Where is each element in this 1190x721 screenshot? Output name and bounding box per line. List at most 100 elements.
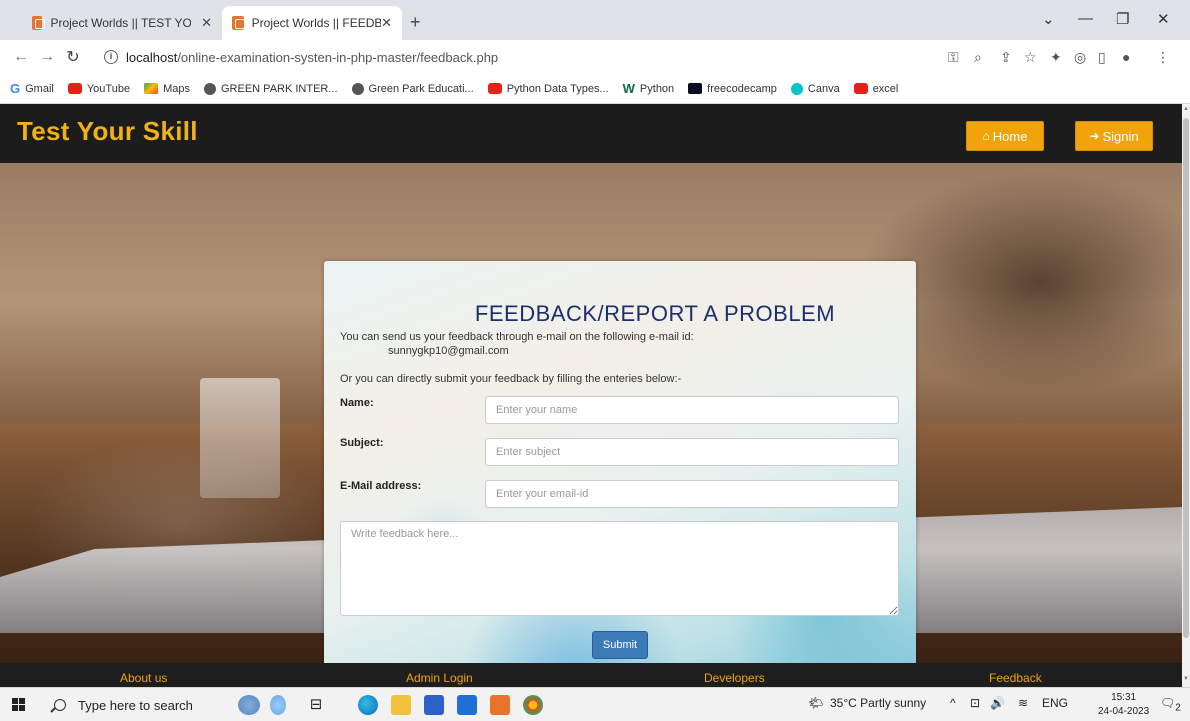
language-indicator[interactable]: ENG xyxy=(1042,696,1068,710)
google-icon: G xyxy=(10,81,21,96)
signin-label: Signin xyxy=(1102,128,1139,144)
bookmark-python-data-types[interactable]: Python Data Types... xyxy=(487,83,609,95)
copilot-icon[interactable] xyxy=(270,695,286,715)
file-explorer-icon[interactable] xyxy=(391,695,411,715)
page-title: FEEDBACK/REPORT A PROBLEM xyxy=(474,301,836,326)
glass-decoration xyxy=(200,378,280,498)
reload-icon[interactable]: ↻ xyxy=(60,47,86,67)
tab-test-your-skill[interactable]: Project Worlds || TEST YOUR SKIL ✕ xyxy=(22,6,222,40)
forward-icon[interactable]: → xyxy=(34,48,60,66)
web-page: Test Your Skill ⌂ Home ➜ Signin FEEDBACK/R… xyxy=(0,104,1182,663)
menu-icon[interactable]: ⋮ xyxy=(1156,49,1170,66)
windows-start-icon[interactable] xyxy=(12,698,25,711)
task-view-icon[interactable]: ⊟ xyxy=(305,695,327,715)
clock-date: 24-04-2023 xyxy=(1098,706,1150,717)
youtube-icon xyxy=(853,83,868,94)
name-input[interactable] xyxy=(485,396,899,424)
xampp-icon[interactable] xyxy=(490,695,510,715)
new-tab-icon[interactable]: + xyxy=(410,12,421,33)
url-path: /online-examination-systen-in-php-master… xyxy=(177,49,499,65)
close-icon[interactable]: ✕ xyxy=(201,15,212,31)
mail-icon[interactable] xyxy=(457,695,477,715)
address-bar[interactable]: i localhost/online-examination-systen-in… xyxy=(104,43,934,71)
volume-icon[interactable]: 🔊 xyxy=(990,696,1005,710)
bookmark-green-park-inter[interactable]: GREEN PARK INTER... xyxy=(204,82,338,95)
weather-icon[interactable]: 🌤 xyxy=(808,696,823,710)
clock[interactable]: 15:31 24-04-2023 xyxy=(1098,691,1149,719)
edge-icon[interactable] xyxy=(358,695,378,715)
clock-time: 15:31 xyxy=(1111,692,1137,703)
intro-text: You can send us your feedback through e-… xyxy=(340,331,694,343)
email-input[interactable] xyxy=(485,480,899,508)
widgets-icon[interactable] xyxy=(238,695,260,715)
home-icon: ⌂ xyxy=(982,129,990,143)
favicon-icon xyxy=(232,16,245,30)
home-button[interactable]: ⌂ Home xyxy=(966,121,1044,151)
maps-icon xyxy=(144,83,159,94)
bookmark-gmail[interactable]: G Gmail xyxy=(10,81,54,96)
scroll-up-icon[interactable]: ▲ xyxy=(1182,106,1190,112)
favicon-icon xyxy=(32,16,46,30)
globe-icon xyxy=(351,82,364,95)
network-icon[interactable]: ⊡ xyxy=(970,696,980,710)
bookmark-python[interactable]: W Python xyxy=(623,81,675,96)
site-logo[interactable]: Test Your Skill xyxy=(17,116,198,147)
signin-button[interactable]: ➜ Signin xyxy=(1075,121,1153,151)
tab-feedback[interactable]: Project Worlds || FEEDBACK ✕ xyxy=(222,6,402,40)
bookmark-excel[interactable]: excel xyxy=(853,83,898,95)
bookmark-maps[interactable]: Maps xyxy=(144,83,190,95)
footer-about-us[interactable]: About us xyxy=(120,671,167,685)
browser-tabstrip: Project Worlds || TEST YOUR SKIL ✕ Proje… xyxy=(0,0,1190,40)
store-icon[interactable] xyxy=(424,695,444,715)
zoom-icon[interactable]: ⌕ xyxy=(974,49,982,66)
scroll-thumb[interactable] xyxy=(1183,118,1189,638)
taskbar-search[interactable]: Type here to search xyxy=(48,690,228,720)
extensions-icon[interactable]: ✦ xyxy=(1050,49,1062,66)
back-icon[interactable]: ← xyxy=(8,48,34,66)
tab-title: Project Worlds || TEST YOUR SKIL xyxy=(50,16,192,30)
weather-text[interactable]: 35°C Partly sunny xyxy=(830,696,926,710)
url-host: localhost xyxy=(126,49,178,65)
contact-email: sunnygkp10@gmail.com xyxy=(388,345,509,357)
wifi-icon[interactable]: ≋ xyxy=(1018,696,1028,710)
name-label: Name: xyxy=(340,397,374,409)
site-header: Test Your Skill ⌂ Home ➜ Signin xyxy=(0,104,1182,163)
subject-label: Subject: xyxy=(340,437,384,449)
key-icon[interactable]: ⚿ xyxy=(948,49,959,66)
info-icon[interactable]: i xyxy=(104,50,118,64)
search-icon xyxy=(54,699,66,711)
background-image: FEEDBACK/REPORT A PROBLEM You can send u… xyxy=(0,163,1182,663)
site-footer: About us Admin Login Developers Feedback xyxy=(0,663,1182,687)
restore-icon[interactable]: ❐ xyxy=(1116,10,1129,28)
bookmark-green-park-educati[interactable]: Green Park Educati... xyxy=(351,82,474,95)
email-label: E-Mail address: xyxy=(340,480,422,492)
footer-admin-login[interactable]: Admin Login xyxy=(406,671,473,685)
star-icon[interactable]: ☆ xyxy=(1024,49,1037,66)
bookmark-youtube[interactable]: YouTube xyxy=(67,83,130,95)
chevron-up-icon[interactable]: ^ xyxy=(950,696,956,710)
feedback-textarea[interactable] xyxy=(340,521,899,616)
page-scrollbar[interactable]: ▲ ▼ xyxy=(1182,104,1190,687)
subject-input[interactable] xyxy=(485,438,899,466)
chrome-icon[interactable] xyxy=(523,695,543,715)
footer-feedback[interactable]: Feedback xyxy=(989,671,1042,685)
tab-title: Project Worlds || FEEDBACK xyxy=(251,16,382,30)
bookmark-canva[interactable]: Canva xyxy=(790,82,840,95)
notifications-icon[interactable]: 🗨2 xyxy=(1160,696,1181,713)
profile-icon[interactable]: ● xyxy=(1122,49,1130,65)
home-label: Home xyxy=(992,128,1028,144)
bookmark-freecodecamp[interactable]: freecodecamp xyxy=(688,83,777,95)
submit-button[interactable]: Submit xyxy=(592,631,648,659)
extension-icon[interactable]: ◎ xyxy=(1074,49,1086,66)
tab-search-icon[interactable]: ⌄ xyxy=(1042,10,1055,28)
sidepanel-icon[interactable]: ▯ xyxy=(1098,49,1106,66)
signin-icon: ➜ xyxy=(1089,129,1100,143)
taskbar-search-placeholder: Type here to search xyxy=(78,697,193,713)
share-icon[interactable]: ⇪ xyxy=(1000,49,1012,66)
footer-developers[interactable]: Developers xyxy=(704,671,765,685)
close-window-icon[interactable]: ✕ xyxy=(1157,10,1170,28)
scroll-down-icon[interactable]: ▼ xyxy=(1182,676,1190,682)
minimize-icon[interactable]: — xyxy=(1078,10,1093,27)
direct-text: Or you can directly submit your feedback… xyxy=(340,373,682,385)
close-icon[interactable]: ✕ xyxy=(381,15,392,31)
